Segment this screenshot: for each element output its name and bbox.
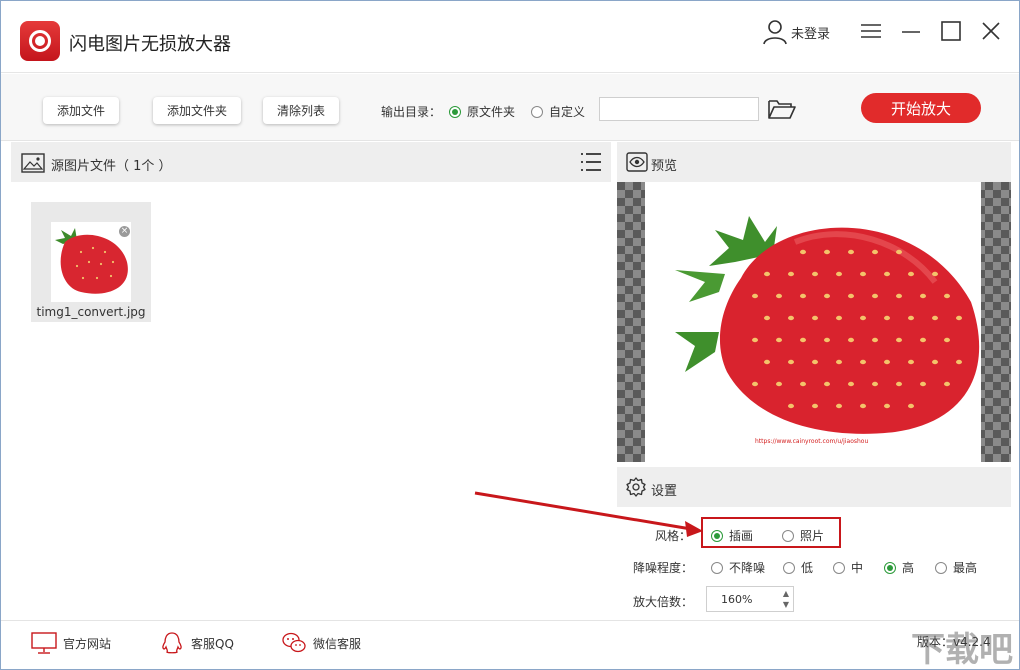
file-thumbnail[interactable]: × timg1_convert.jpg xyxy=(31,202,151,322)
radio-noise-medium[interactable]: 中 xyxy=(833,559,863,576)
folder-open-icon xyxy=(768,100,796,119)
radio-noise-none-dot xyxy=(711,561,723,574)
noise-label: 降噪程度： xyxy=(633,561,694,575)
radio-noise-none-label: 不降噪 xyxy=(729,561,766,575)
radio-original-dot xyxy=(449,105,461,118)
minimize-icon xyxy=(902,31,920,33)
user-icon xyxy=(763,20,787,45)
monitor-icon xyxy=(31,632,57,654)
radio-custom-folder[interactable]: 自定义 xyxy=(531,103,585,120)
toolbar: 添加文件 添加文件夹 清除列表 输出目录： 原文件夹 自定义 开始放大 xyxy=(1,74,1019,141)
scale-value: 160% xyxy=(721,593,753,606)
source-files-header: 源图片文件（ 1个 ） xyxy=(11,142,611,182)
magnifier-logo-icon xyxy=(20,21,60,61)
close-button[interactable] xyxy=(977,17,1005,45)
start-enlarge-button[interactable]: 开始放大 xyxy=(861,93,981,123)
official-website-link[interactable]: 官方网站 xyxy=(31,631,111,655)
gear-icon xyxy=(626,477,646,497)
radio-noise-low-dot xyxy=(783,561,795,574)
official-website-label: 官方网站 xyxy=(63,636,112,651)
user-login[interactable]: 未登录 xyxy=(761,17,830,47)
title-bar: 闪电图片无损放大器 未登录 xyxy=(1,1,1019,73)
preview-header: 预览 xyxy=(617,142,1011,182)
radio-noise-high-dot xyxy=(884,561,896,574)
add-folder-button[interactable]: 添加文件夹 xyxy=(153,97,242,124)
remove-file-icon[interactable]: × xyxy=(119,226,130,237)
qq-icon xyxy=(162,632,182,654)
add-file-button[interactable]: 添加文件 xyxy=(43,97,120,124)
radio-original-label: 原文件夹 xyxy=(467,105,516,119)
file-name: timg1_convert.jpg xyxy=(36,305,146,319)
footer: 官方网站 客服QQ 微信客服 版本：v4.2.4 下载吧 xyxy=(1,620,1019,669)
login-label: 未登录 xyxy=(791,26,831,42)
app-title: 闪电图片无损放大器 xyxy=(69,34,231,55)
minimize-button[interactable] xyxy=(897,17,925,45)
radio-noise-medium-dot xyxy=(833,561,845,574)
style-label: 风格： xyxy=(655,529,692,543)
stepper-down-icon[interactable]: ▼ xyxy=(781,600,791,610)
strawberry-preview-image: https://www.cainyroot.com/u/jiaoshou xyxy=(645,182,981,462)
source-files-list: × timg1_convert.jpg xyxy=(11,182,611,618)
maximize-icon xyxy=(941,21,961,41)
close-icon xyxy=(982,22,1000,40)
wechat-service-link[interactable]: 微信客服 xyxy=(281,631,361,655)
stepper-up-icon[interactable]: ▲ xyxy=(781,589,791,599)
radio-custom-dot xyxy=(531,105,543,118)
output-path-input[interactable] xyxy=(599,97,759,121)
maximize-button[interactable] xyxy=(937,17,965,45)
settings-title: 设置 xyxy=(651,484,678,499)
radio-noise-highest[interactable]: 最高 xyxy=(935,559,977,576)
clear-list-button[interactable]: 清除列表 xyxy=(263,97,340,124)
wechat-service-label: 微信客服 xyxy=(313,636,362,651)
radio-noise-low-label: 低 xyxy=(801,561,814,575)
scale-label: 放大倍数： xyxy=(633,595,694,609)
radio-noise-medium-label: 中 xyxy=(851,561,864,575)
qq-service-link[interactable]: 客服QQ xyxy=(159,631,234,655)
radio-noise-highest-label: 最高 xyxy=(953,561,978,575)
radio-noise-high[interactable]: 高 xyxy=(884,559,914,576)
wechat-icon xyxy=(282,632,306,653)
preview-watermark-url: https://www.cainyroot.com/u/jiaoshou xyxy=(755,438,869,445)
highlight-annotation-box xyxy=(701,517,841,548)
preview-canvas: https://www.cainyroot.com/u/jiaoshou xyxy=(617,182,1011,462)
radio-custom-label: 自定义 xyxy=(549,105,586,119)
settings-header: 设置 xyxy=(617,467,1011,507)
radio-noise-high-label: 高 xyxy=(902,561,915,575)
radio-original-folder[interactable]: 原文件夹 xyxy=(449,103,515,120)
menu-button[interactable] xyxy=(857,17,885,45)
qq-service-label: 客服QQ xyxy=(191,636,234,651)
radio-noise-low[interactable]: 低 xyxy=(783,559,813,576)
preview-title: 预览 xyxy=(651,159,678,174)
browse-folder-button[interactable] xyxy=(767,96,797,122)
svg-text:下载吧: 下载吧 xyxy=(911,630,1013,669)
list-icon[interactable] xyxy=(579,151,603,173)
scale-stepper[interactable]: 160% ▲ ▼ xyxy=(706,586,794,612)
source-files-title: 源图片文件（ 1个 ） xyxy=(51,159,172,174)
site-watermark-logo: 下载吧 xyxy=(911,630,1013,669)
output-dir-label: 输出目录： xyxy=(381,105,442,119)
radio-noise-highest-dot xyxy=(935,561,947,574)
image-icon xyxy=(21,153,45,173)
app-window: 闪电图片无损放大器 未登录 添加文件 添加文件夹 清除列表 输出目录： 原文件夹… xyxy=(0,0,1020,670)
radio-noise-none[interactable]: 不降噪 xyxy=(711,559,765,576)
eye-icon xyxy=(626,152,648,172)
hamburger-menu-icon xyxy=(861,24,881,38)
